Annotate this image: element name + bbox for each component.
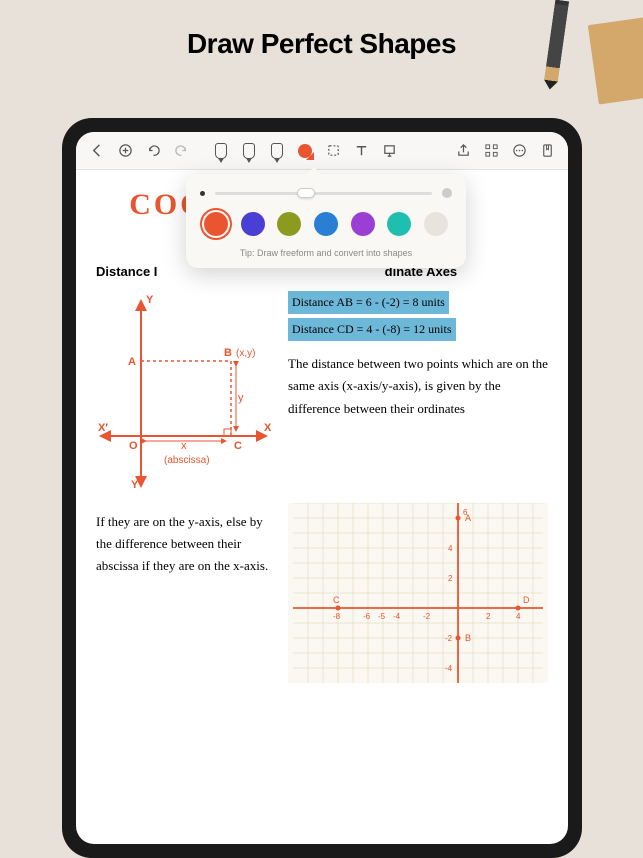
svg-text:Y: Y bbox=[146, 294, 154, 306]
share-button[interactable] bbox=[450, 138, 476, 164]
size-slider[interactable] bbox=[200, 188, 452, 198]
svg-text:-2: -2 bbox=[445, 634, 453, 643]
distance-cd: Distance CD = 4 - (-8) = 12 units bbox=[288, 318, 456, 341]
svg-text:4: 4 bbox=[448, 544, 453, 553]
coordinate-diagram: Y Y′ X X′ O A B (x,y) C x (abscissa) y bbox=[96, 291, 276, 491]
presentation-tool[interactable] bbox=[376, 138, 402, 164]
svg-text:-8: -8 bbox=[333, 612, 341, 621]
svg-text:Y′: Y′ bbox=[131, 479, 141, 491]
back-button[interactable] bbox=[84, 138, 110, 164]
svg-text:-4: -4 bbox=[445, 664, 453, 673]
bookmark-button[interactable] bbox=[534, 138, 560, 164]
svg-text:-2: -2 bbox=[423, 612, 431, 621]
distance-ab: Distance AB = 6 - (-2) = 8 units bbox=[288, 291, 449, 314]
popup-tip: Tip: Draw freeform and convert into shap… bbox=[200, 248, 452, 258]
slider-max-icon bbox=[442, 188, 452, 198]
document-content: COO RDINATE GEOME TRY Distance I dinate … bbox=[76, 170, 568, 844]
svg-text:-4: -4 bbox=[393, 612, 401, 621]
pen-tool-3[interactable] bbox=[264, 138, 290, 164]
svg-text:4: 4 bbox=[516, 612, 521, 621]
slider-track[interactable] bbox=[215, 192, 432, 195]
slider-thumb[interactable] bbox=[297, 188, 315, 198]
subtitle-left: Distance I bbox=[96, 264, 157, 279]
svg-text:C: C bbox=[333, 595, 340, 605]
svg-text:2: 2 bbox=[448, 574, 453, 583]
color-blank[interactable] bbox=[424, 212, 448, 236]
svg-text:X: X bbox=[264, 422, 272, 434]
svg-text:-6: -6 bbox=[363, 612, 371, 621]
pen-tool-2[interactable] bbox=[236, 138, 262, 164]
shape-popup: Tip: Draw freeform and convert into shap… bbox=[186, 174, 466, 268]
svg-text:6: 6 bbox=[463, 508, 468, 517]
lasso-tool[interactable] bbox=[320, 138, 346, 164]
slider-min-icon bbox=[200, 191, 205, 196]
ipad-frame: Tip: Draw freeform and convert into shap… bbox=[62, 118, 582, 858]
pen-tool-1[interactable] bbox=[208, 138, 234, 164]
svg-text:B: B bbox=[224, 347, 232, 359]
color-purple[interactable] bbox=[351, 212, 375, 236]
svg-text:D: D bbox=[523, 595, 530, 605]
paragraph-2: If they are on the y-axis, else by the d… bbox=[96, 511, 276, 683]
color-orange[interactable] bbox=[204, 212, 228, 236]
redo-button[interactable] bbox=[168, 138, 194, 164]
svg-text:(abscissa): (abscissa) bbox=[164, 455, 210, 466]
svg-text:-5: -5 bbox=[378, 612, 386, 621]
color-blue[interactable] bbox=[314, 212, 338, 236]
svg-text:y: y bbox=[238, 392, 244, 404]
svg-text:C: C bbox=[234, 440, 242, 452]
shape-tool[interactable] bbox=[292, 138, 318, 164]
color-olive[interactable] bbox=[277, 212, 301, 236]
app-screen: Tip: Draw freeform and convert into shap… bbox=[76, 132, 568, 844]
toolbar bbox=[76, 132, 568, 170]
svg-text:X′: X′ bbox=[98, 422, 108, 434]
undo-button[interactable] bbox=[140, 138, 166, 164]
svg-text:O: O bbox=[129, 440, 138, 452]
svg-text:2: 2 bbox=[486, 612, 491, 621]
grid-chart: A 6 B C D -8 -6 -5 -4 -2 2 4 bbox=[288, 503, 548, 683]
ruler-prop bbox=[588, 16, 643, 105]
color-teal[interactable] bbox=[387, 212, 411, 236]
svg-text:A: A bbox=[128, 356, 136, 368]
apps-button[interactable] bbox=[478, 138, 504, 164]
svg-text:(x,y): (x,y) bbox=[236, 348, 255, 359]
add-button[interactable] bbox=[112, 138, 138, 164]
color-picker bbox=[200, 212, 452, 236]
paragraph-1: The distance between two points which ar… bbox=[288, 353, 548, 419]
text-tool[interactable] bbox=[348, 138, 374, 164]
right-notes: Distance AB = 6 - (-2) = 8 units Distanc… bbox=[288, 291, 548, 491]
svg-text:x: x bbox=[181, 440, 187, 452]
more-button[interactable] bbox=[506, 138, 532, 164]
svg-text:B: B bbox=[465, 633, 471, 643]
color-indigo[interactable] bbox=[241, 212, 265, 236]
